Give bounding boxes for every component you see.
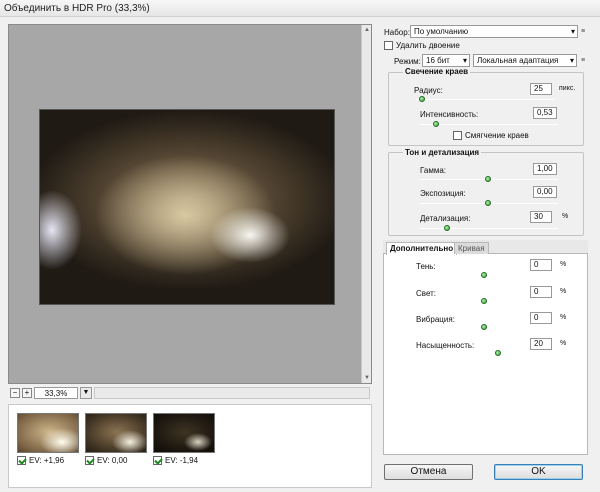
thumbnail-3-label[interactable]: EV: -1,94 [153,456,198,465]
method-select[interactable]: Локальная адаптация [473,54,577,67]
preview-scrollbar[interactable]: ▲ ▼ [361,25,371,383]
bit-depth-select[interactable]: 16 бит [422,54,470,67]
vibrance-slider[interactable] [416,324,554,330]
shadow-slider[interactable] [416,272,554,278]
mode-label: Режим: [394,57,421,66]
highlight-slider-knob[interactable] [481,298,487,304]
exposure-slider[interactable] [420,200,558,206]
thumbnail-1-label[interactable]: EV: +1,96 [17,456,64,465]
tab-curve[interactable]: Кривая [454,242,489,254]
gamma-slider[interactable] [420,176,558,182]
ok-button[interactable]: OK [494,464,583,480]
saturation-label: Насыщенность: [416,341,475,350]
thumbnail-2-label[interactable]: EV: 0,00 [85,456,127,465]
zoom-level-field[interactable]: 33,3% [34,387,78,399]
radius-slider[interactable] [416,96,554,102]
scroll-down-icon[interactable]: ▼ [363,374,371,382]
gamma-slider-knob[interactable] [485,176,491,182]
zoom-bar: − + 33,3% ▼ [8,387,372,401]
detail-field[interactable]: 30 [530,211,552,223]
saturation-field[interactable]: 20 [530,338,552,350]
radius-field[interactable]: 25 [530,83,552,95]
scroll-up-icon[interactable]: ▲ [363,26,371,34]
tone-detail-title: Тон и детализация [403,148,482,157]
detail-unit: % [562,213,569,220]
gamma-label: Гамма: [420,166,447,175]
thumbnail-2-ev: EV: 0,00 [97,456,128,465]
mode-menu-icon[interactable]: ≡ [581,56,589,65]
strength-slider-knob[interactable] [432,121,439,127]
saturation-slider-knob[interactable] [494,350,501,356]
vibrance-unit: % [560,314,567,321]
edge-glow-title: Свечение краев [403,67,471,76]
smooth-edges-label: Смягчение краев [465,131,529,140]
detail-slider[interactable] [420,225,558,231]
preview-area[interactable]: ▲ ▼ [8,24,372,384]
highlight-field[interactable]: 0 [530,286,552,298]
zoom-out-button[interactable]: − [10,388,20,398]
thumbnail-normal[interactable] [85,413,147,453]
thumbnail-3-checkbox[interactable] [153,456,162,465]
strength-field[interactable]: 0,53 [533,107,557,119]
remove-ghosts-checkbox[interactable] [384,41,393,50]
vibrance-field[interactable]: 0 [530,312,552,324]
exposure-slider-knob[interactable] [485,200,491,206]
exposure-field[interactable]: 0,00 [533,186,557,198]
source-filmstrip: EV: +1,96 EV: 0,00 EV: -1,94 [8,404,372,488]
remove-ghosts-label: Удалить двоение [396,41,460,50]
saturation-slider[interactable] [416,350,554,356]
preset-label: Набор: [384,28,410,37]
preset-select[interactable]: По умолчанию [410,25,578,38]
radius-label: Радиус: [414,86,443,95]
preset-menu-icon[interactable]: ≡ [581,27,589,36]
gamma-field[interactable]: 1,00 [533,163,557,175]
strength-slider[interactable] [420,121,558,127]
zoom-dropdown-icon[interactable]: ▼ [80,387,92,399]
highlight-unit: % [560,288,567,295]
shadow-field[interactable]: 0 [530,259,552,271]
thumbnail-3-ev: EV: -1,94 [165,456,199,465]
shadow-label: Тень: [416,262,436,271]
vibrance-slider-knob[interactable] [481,324,487,330]
smooth-edges-checkbox[interactable] [453,131,462,140]
shadow-slider-knob[interactable] [481,272,487,278]
zoom-in-button[interactable]: + [22,388,32,398]
thumbnail-2-checkbox[interactable] [85,456,94,465]
thumbnail-underexposed[interactable] [153,413,215,453]
exposure-label: Экспозиция: [420,189,466,198]
thumbnail-overexposed[interactable] [17,413,79,453]
horizontal-scrollbar[interactable] [94,387,370,399]
saturation-unit: % [560,340,567,347]
radius-slider-knob[interactable] [418,96,425,102]
shadow-unit: % [560,261,567,268]
strength-label: Интенсивность: [420,110,479,119]
radius-unit: пикс. [559,85,576,92]
thumbnail-1-checkbox[interactable] [17,456,26,465]
thumbnail-1-ev: EV: +1,96 [29,456,65,465]
detail-label: Детализация: [420,214,471,223]
hdr-preview-image[interactable] [39,109,335,305]
tabs-strip: Дополнительно Кривая [383,240,588,255]
vibrance-label: Вибрация: [416,315,455,324]
window-title: Объединить в HDR Pro (33,3%) [4,3,150,14]
highlight-slider[interactable] [416,298,554,304]
cancel-button[interactable]: Отмена [384,464,473,480]
tab-advanced[interactable]: Дополнительно [386,242,458,255]
detail-slider-knob[interactable] [443,225,450,231]
window-title-bar: Объединить в HDR Pro (33,3%) [0,0,600,17]
highlight-label: Свет: [416,289,437,298]
